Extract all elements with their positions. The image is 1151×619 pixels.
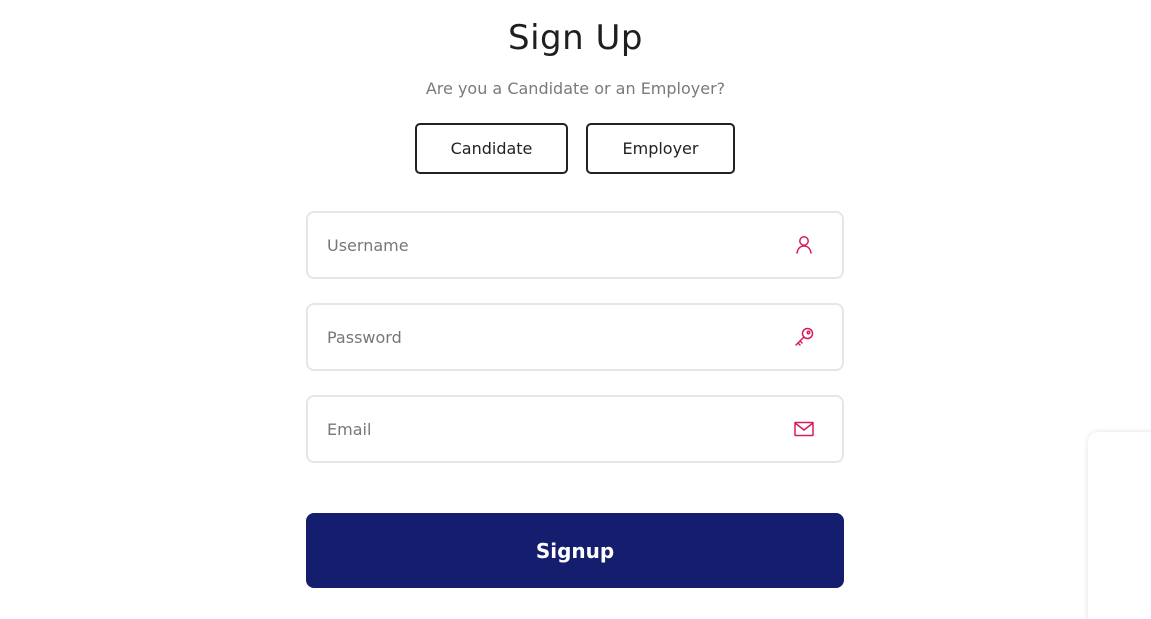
page-title: Sign Up: [508, 18, 643, 58]
username-field: [306, 211, 844, 279]
side-panel-widget[interactable]: [1088, 432, 1151, 619]
role-question: Are you a Candidate or an Employer?: [425, 79, 726, 98]
email-field: [306, 395, 844, 463]
mail-icon: [792, 417, 816, 441]
user-icon: [792, 233, 816, 257]
email-input[interactable]: [327, 397, 767, 461]
signup-page: Sign Up Are you a Candidate or an Employ…: [0, 0, 1151, 619]
password-input[interactable]: [327, 305, 767, 369]
signup-button[interactable]: Signup: [306, 513, 844, 588]
password-field: [306, 303, 844, 371]
employer-button[interactable]: Employer: [586, 123, 735, 174]
candidate-button[interactable]: Candidate: [415, 123, 568, 174]
key-icon: [792, 325, 816, 349]
username-input[interactable]: [327, 213, 767, 277]
